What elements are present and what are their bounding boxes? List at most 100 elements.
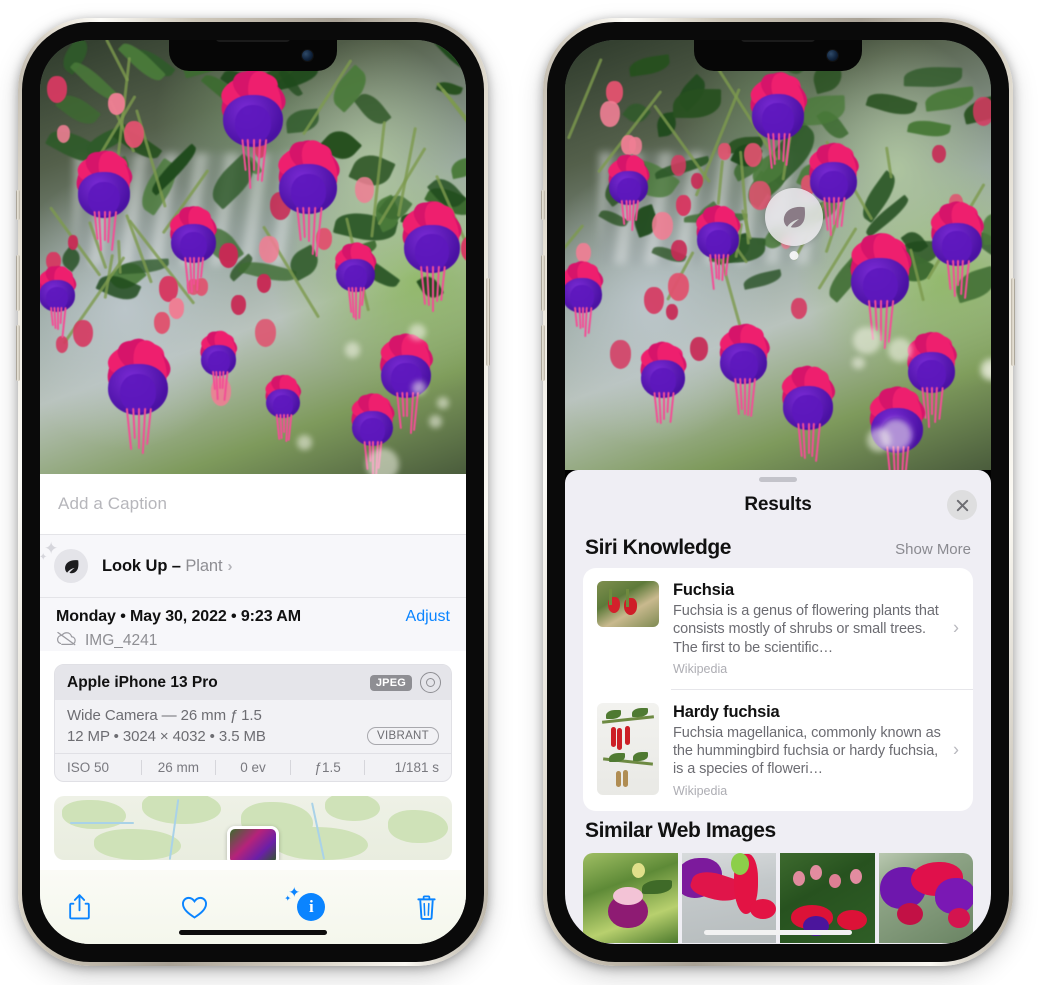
stat-ev: 0 ev bbox=[216, 760, 290, 775]
iphone-right: Results Siri Knowledge Show More Fuchsia… bbox=[543, 18, 1013, 966]
exif-body: Wide Camera — 26 mm ƒ 1.5 12 MP • 3024 ×… bbox=[55, 700, 451, 753]
power-button[interactable] bbox=[486, 278, 490, 366]
photo-detail bbox=[68, 235, 79, 250]
volume-up-button[interactable] bbox=[16, 255, 20, 311]
share-icon[interactable] bbox=[68, 893, 91, 921]
photo-detail bbox=[297, 435, 312, 450]
format-badge: JPEG bbox=[370, 675, 412, 691]
web-image-4[interactable] bbox=[879, 853, 974, 943]
stat-focal: 26 mm bbox=[142, 760, 216, 775]
notch bbox=[694, 40, 862, 71]
similar-web-images-header: Similar Web Images bbox=[565, 811, 991, 849]
silent-switch[interactable] bbox=[541, 190, 545, 220]
photo-detail bbox=[718, 143, 730, 159]
photo-detail bbox=[345, 342, 361, 358]
photo-detail bbox=[852, 357, 864, 369]
caption-field[interactable]: Add a Caption bbox=[40, 474, 466, 534]
camera-model: Apple iPhone 13 Pro bbox=[67, 674, 218, 692]
item-source: Wikipedia bbox=[673, 662, 943, 676]
photo-detail bbox=[644, 287, 664, 314]
heart-icon[interactable] bbox=[181, 895, 208, 920]
item-title: Fuchsia bbox=[673, 581, 943, 600]
chevron-right-icon: › bbox=[953, 740, 959, 761]
item-source: Wikipedia bbox=[673, 784, 943, 798]
fuchsia-red-flowers-thumbnail bbox=[597, 581, 659, 627]
photo-detail bbox=[984, 363, 991, 377]
photo-fuchsia[interactable] bbox=[565, 40, 991, 470]
adjust-button[interactable]: Adjust bbox=[406, 608, 450, 626]
photo-detail bbox=[355, 177, 374, 202]
list-item[interactable]: Hardy fuchsia Fuchsia magellanica, commo… bbox=[583, 690, 973, 811]
exif-stats: ISO 50 26 mm 0 ev ƒ1.5 1/181 s bbox=[55, 753, 451, 781]
phone-screen-left: Add a Caption ✦ ✦ Look Up – Plant › Mond… bbox=[40, 40, 466, 944]
photo-detail bbox=[57, 125, 70, 143]
leaf-subject-badge[interactable] bbox=[765, 188, 823, 246]
front-camera-icon bbox=[827, 50, 838, 61]
photographic-style-badge: VIBRANT bbox=[367, 727, 439, 745]
photo-detail bbox=[652, 212, 673, 240]
sparkle-small-icon: ✦ bbox=[40, 553, 47, 563]
photo-date: Monday • May 30, 2022 • 9:23 AM bbox=[56, 608, 301, 626]
exif-card[interactable]: Apple iPhone 13 Pro JPEG Wide Camera — 2… bbox=[54, 664, 452, 782]
chevron-right-icon: › bbox=[953, 618, 959, 639]
info-glyph: i bbox=[297, 893, 325, 921]
photo-detail bbox=[429, 415, 442, 428]
earpiece-speaker bbox=[741, 40, 815, 42]
exif-header: Apple iPhone 13 Pro JPEG bbox=[55, 665, 451, 700]
resolution-info: 12 MP • 3024 × 4032 • 3.5 MB bbox=[67, 728, 266, 745]
photo-detail bbox=[668, 273, 689, 301]
photo-detail bbox=[259, 236, 279, 263]
trash-icon[interactable] bbox=[415, 894, 438, 921]
caption-placeholder: Add a Caption bbox=[58, 494, 167, 514]
lens-info: Wide Camera — 26 mm ƒ 1.5 bbox=[67, 707, 439, 724]
close-icon[interactable] bbox=[947, 490, 977, 520]
photo-detail bbox=[853, 327, 880, 354]
photo-detail bbox=[610, 340, 631, 368]
photo-detail bbox=[437, 397, 449, 409]
look-up-label: Look Up – Plant › bbox=[102, 557, 232, 576]
stat-shutter: 1/181 s bbox=[365, 760, 441, 775]
results-header: Results bbox=[565, 482, 991, 528]
power-button[interactable] bbox=[1011, 278, 1015, 366]
photo-detail bbox=[124, 121, 144, 148]
location-map-thumbnail[interactable] bbox=[54, 796, 452, 860]
web-image-1[interactable] bbox=[583, 853, 678, 943]
item-description: Fuchsia magellanica, commonly known as t… bbox=[673, 724, 943, 779]
stat-iso: ISO 50 bbox=[65, 760, 141, 775]
look-up-title: Look Up – bbox=[102, 557, 185, 575]
silent-switch[interactable] bbox=[16, 190, 20, 220]
look-up-row[interactable]: ✦ ✦ Look Up – Plant › bbox=[40, 534, 466, 597]
look-up-subject: Plant bbox=[185, 557, 222, 575]
photo-metadata: Monday • May 30, 2022 • 9:23 AM Adjust I… bbox=[40, 597, 466, 651]
front-camera-icon bbox=[302, 50, 313, 61]
info-sparkle-icon[interactable]: ✦ ✦ i bbox=[297, 893, 325, 921]
photo-detail bbox=[47, 76, 67, 103]
photo-fuchsia[interactable] bbox=[40, 40, 466, 474]
leaf-icon: ✦ ✦ bbox=[54, 549, 88, 583]
photo-detail bbox=[108, 93, 124, 115]
list-item[interactable]: Fuchsia Fuchsia is a genus of flowering … bbox=[583, 568, 973, 689]
photo-detail bbox=[600, 101, 619, 127]
photo-location-pin bbox=[227, 826, 279, 860]
photo-detail bbox=[231, 295, 246, 315]
photo-detail bbox=[744, 143, 762, 168]
item-description: Fuchsia is a genus of flowering plants t… bbox=[673, 602, 943, 657]
show-more-button[interactable]: Show More bbox=[895, 541, 971, 558]
home-indicator[interactable] bbox=[704, 930, 852, 935]
photo-detail bbox=[791, 298, 807, 319]
aperture-icon bbox=[420, 672, 441, 693]
chevron-right-icon: › bbox=[227, 558, 232, 575]
section-title: Siri Knowledge bbox=[585, 536, 731, 560]
photo-detail bbox=[154, 312, 170, 334]
volume-down-button[interactable] bbox=[541, 325, 545, 381]
volume-down-button[interactable] bbox=[16, 325, 20, 381]
badge-pointer-dot bbox=[790, 251, 799, 260]
photo-info-sheet: Add a Caption ✦ ✦ Look Up – Plant › Mond… bbox=[40, 474, 466, 944]
results-title: Results bbox=[744, 494, 811, 516]
photo-detail bbox=[629, 137, 642, 154]
home-indicator[interactable] bbox=[179, 930, 327, 935]
photo-detail bbox=[257, 274, 271, 293]
earpiece-speaker bbox=[216, 40, 290, 42]
volume-up-button[interactable] bbox=[541, 255, 545, 311]
phone-screen-right: Results Siri Knowledge Show More Fuchsia… bbox=[565, 40, 991, 944]
